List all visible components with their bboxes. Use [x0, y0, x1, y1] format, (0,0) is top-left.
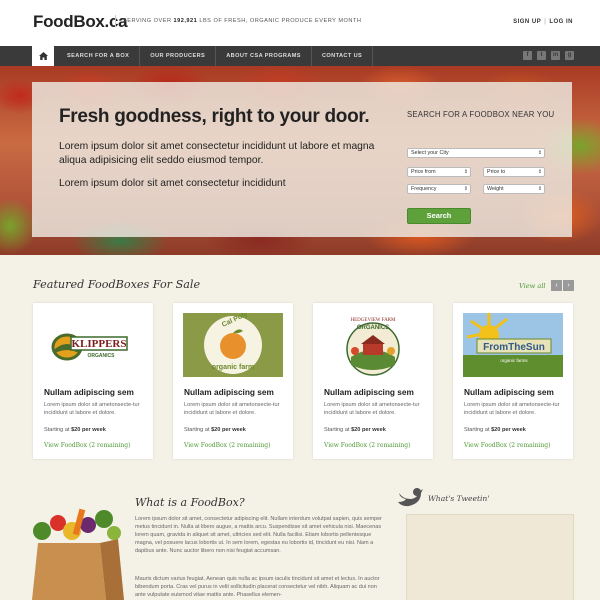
what-is-foodbox-title: What is a FoodBox?: [135, 496, 245, 509]
klippers-organics-logo: KLIPPERS ORGANICS: [51, 333, 128, 361]
view-foodbox-link[interactable]: View FoodBox (2 remaining): [324, 442, 410, 449]
card-price: Starting at $20 per week: [324, 427, 386, 433]
card-price-prefix: Starting at: [464, 427, 492, 433]
tagline-prefix: SERVING OVER: [123, 18, 174, 24]
main-nav: SEARCH FOR A BOX OUR PRODUCERS ABOUT CSA…: [0, 46, 600, 66]
home-icon: [38, 52, 48, 60]
foodbox-card: FromTheSun organic farms Nullam adipisci…: [453, 303, 573, 459]
card-price-prefix: Starting at: [44, 427, 72, 433]
cal-poly-organic-farm-logo: Cal Poly organic farm: [183, 313, 283, 377]
svg-text:KLIPPERS: KLIPPERS: [71, 338, 126, 350]
hero-panel: Fresh goodness, right to your door. Lore…: [32, 82, 572, 237]
price-to-select[interactable]: Price to ⇕: [483, 167, 545, 177]
svg-text:organic farm: organic farm: [212, 364, 254, 371]
sign-up-link[interactable]: SIGN UP: [513, 19, 541, 25]
nav-contact-us[interactable]: CONTACT US: [312, 46, 374, 66]
auth-links: SIGN UP | LOG IN: [513, 19, 573, 25]
select-arrows-icon: ⇕: [537, 150, 542, 156]
card-description: Lorem ipsum dolor sit ametonsecte-tur in…: [184, 402, 280, 416]
card-description: Lorem ipsum dolor sit ametonsecte-tur in…: [464, 402, 560, 416]
featured-title: Featured FoodBoxes For Sale: [33, 278, 201, 291]
social-links: f t in g: [523, 51, 574, 60]
svg-text:ORGANICS: ORGANICS: [88, 353, 116, 359]
foodbox-card: Cal Poly organic farm Nullam adipiscing …: [173, 303, 293, 459]
select-arrows-icon: ⇕: [463, 186, 468, 192]
svg-text:ORGANICS: ORGANICS: [357, 325, 389, 331]
twitter-icon[interactable]: t: [537, 51, 546, 60]
card-price-prefix: Starting at: [184, 427, 212, 433]
home-button[interactable]: [32, 46, 54, 66]
svg-text:organic farms: organic farms: [500, 358, 528, 363]
city-select-value: Select your City: [411, 150, 449, 156]
card-price: Starting at $20 per week: [44, 427, 106, 433]
frequency-select[interactable]: Frequency ⇕: [407, 184, 471, 194]
nav-search-for-a-box[interactable]: SEARCH FOR A BOX: [57, 46, 141, 66]
card-price-prefix: Starting at: [324, 427, 352, 433]
select-arrows-icon: ⇕: [537, 169, 542, 175]
card-price-value: $20 per week: [351, 427, 386, 433]
weight-select[interactable]: Weight ⇕: [483, 184, 545, 194]
card-title: Nullam adipiscing sem: [464, 387, 554, 397]
facebook-icon[interactable]: f: [523, 51, 532, 60]
hero-paragraph-1: Lorem ipsum dolor sit amet consectetur i…: [59, 141, 375, 166]
linkedin-icon[interactable]: in: [551, 51, 560, 60]
auth-separator: |: [544, 19, 547, 25]
price-from-value: Price from: [411, 169, 436, 175]
card-price: Starting at $20 per week: [184, 427, 246, 433]
tagline-count: 192,921: [173, 18, 198, 24]
nav-our-producers[interactable]: OUR PRODUCERS: [140, 46, 217, 66]
from-the-sun-organic-farms-logo: FromTheSun organic farms: [463, 313, 563, 377]
card-title: Nullam adipiscing sem: [184, 387, 274, 397]
tagline-suffix: LBS OF FRESH, ORGANIC PRODUCE EVERY MONT…: [197, 18, 362, 24]
view-foodbox-link[interactable]: View FoodBox (2 remaining): [464, 442, 550, 449]
twitter-bird-icon: [398, 488, 423, 507]
what-is-paragraph-2: Mauris dictum varius feugiat. Aenean qui…: [135, 576, 380, 599]
carousel-arrows: ‹ ›: [551, 280, 574, 291]
hero-title: Fresh goodness, right to your door.: [59, 106, 370, 127]
hedgeview-farm-organics-logo: HEDGEVIEW FARM ORGANICS: [346, 318, 400, 376]
city-select[interactable]: Select your City ⇕: [407, 148, 545, 158]
card-price-value: $20 per week: [211, 427, 246, 433]
google-plus-icon[interactable]: g: [565, 51, 574, 60]
tweet-feed-box: [406, 514, 574, 600]
tagline: SERVING OVER 192,921 LBS OF FRESH, ORGAN…: [115, 15, 361, 27]
view-all-link[interactable]: View all: [519, 282, 546, 290]
site-logo[interactable]: FoodBox.ca: [33, 12, 128, 32]
card-price: Starting at $20 per week: [464, 427, 526, 433]
card-description: Lorem ipsum dolor sit ametonsecte-tur in…: [324, 402, 420, 416]
carousel-next-button[interactable]: ›: [563, 280, 574, 291]
log-in-link[interactable]: LOG IN: [549, 19, 573, 25]
grocery-bag-image: [32, 508, 124, 600]
select-arrows-icon: ⇕: [537, 186, 542, 192]
foodbox-card: HEDGEVIEW FARM ORGANICS Nullam adipiscin…: [313, 303, 433, 459]
card-description: Lorem ipsum dolor sit ametonsecte-tur in…: [44, 402, 140, 416]
foodbox-card: KLIPPERS ORGANICS Nullam adipiscing sem …: [33, 303, 153, 459]
carousel-prev-button[interactable]: ‹: [551, 280, 562, 291]
nav-about-csa-programs[interactable]: ABOUT CSA PROGRAMS: [216, 46, 312, 66]
svg-text:FromTheSun: FromTheSun: [483, 342, 545, 353]
view-foodbox-link[interactable]: View FoodBox (2 remaining): [184, 442, 270, 449]
card-title: Nullam adipiscing sem: [44, 387, 134, 397]
twitter-section-title: What's Tweetin': [428, 494, 490, 503]
price-to-value: Price to: [487, 169, 506, 175]
card-price-value: $20 per week: [491, 427, 526, 433]
weight-value: Weight: [487, 186, 504, 192]
search-button[interactable]: Search: [407, 208, 471, 224]
select-arrows-icon: ⇕: [463, 169, 468, 175]
search-form-title: SEARCH FOR A FOODBOX NEAR YOU: [407, 110, 555, 119]
view-foodbox-link[interactable]: View FoodBox (2 remaining): [44, 442, 130, 449]
what-is-paragraph-1: Lorem ipsum dolor sit amet, consectetur …: [135, 516, 383, 555]
hero-paragraph-2: Lorem ipsum dolor sit amet consectetur i…: [59, 178, 286, 189]
hero-banner: Fresh goodness, right to your door. Lore…: [0, 66, 600, 255]
top-header: FoodBox.ca SERVING OVER 192,921 LBS OF F…: [0, 0, 600, 46]
svg-text:HEDGEVIEW FARM: HEDGEVIEW FARM: [351, 318, 397, 323]
nav-items: SEARCH FOR A BOX OUR PRODUCERS ABOUT CSA…: [57, 46, 374, 66]
frequency-value: Frequency: [411, 186, 437, 192]
card-price-value: $20 per week: [71, 427, 106, 433]
price-from-select[interactable]: Price from ⇕: [407, 167, 471, 177]
card-title: Nullam adipiscing sem: [324, 387, 414, 397]
